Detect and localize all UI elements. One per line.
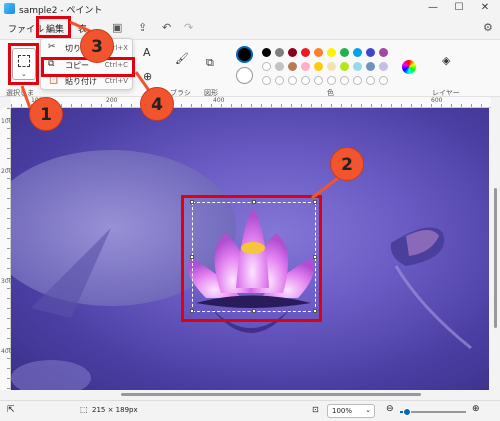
callout-2: 2 bbox=[330, 147, 364, 181]
callout-4: 4 bbox=[140, 87, 174, 121]
callout-arrows bbox=[20, 20, 339, 200]
callout-1: 1 bbox=[29, 97, 63, 131]
callout-3: 3 bbox=[80, 29, 114, 63]
